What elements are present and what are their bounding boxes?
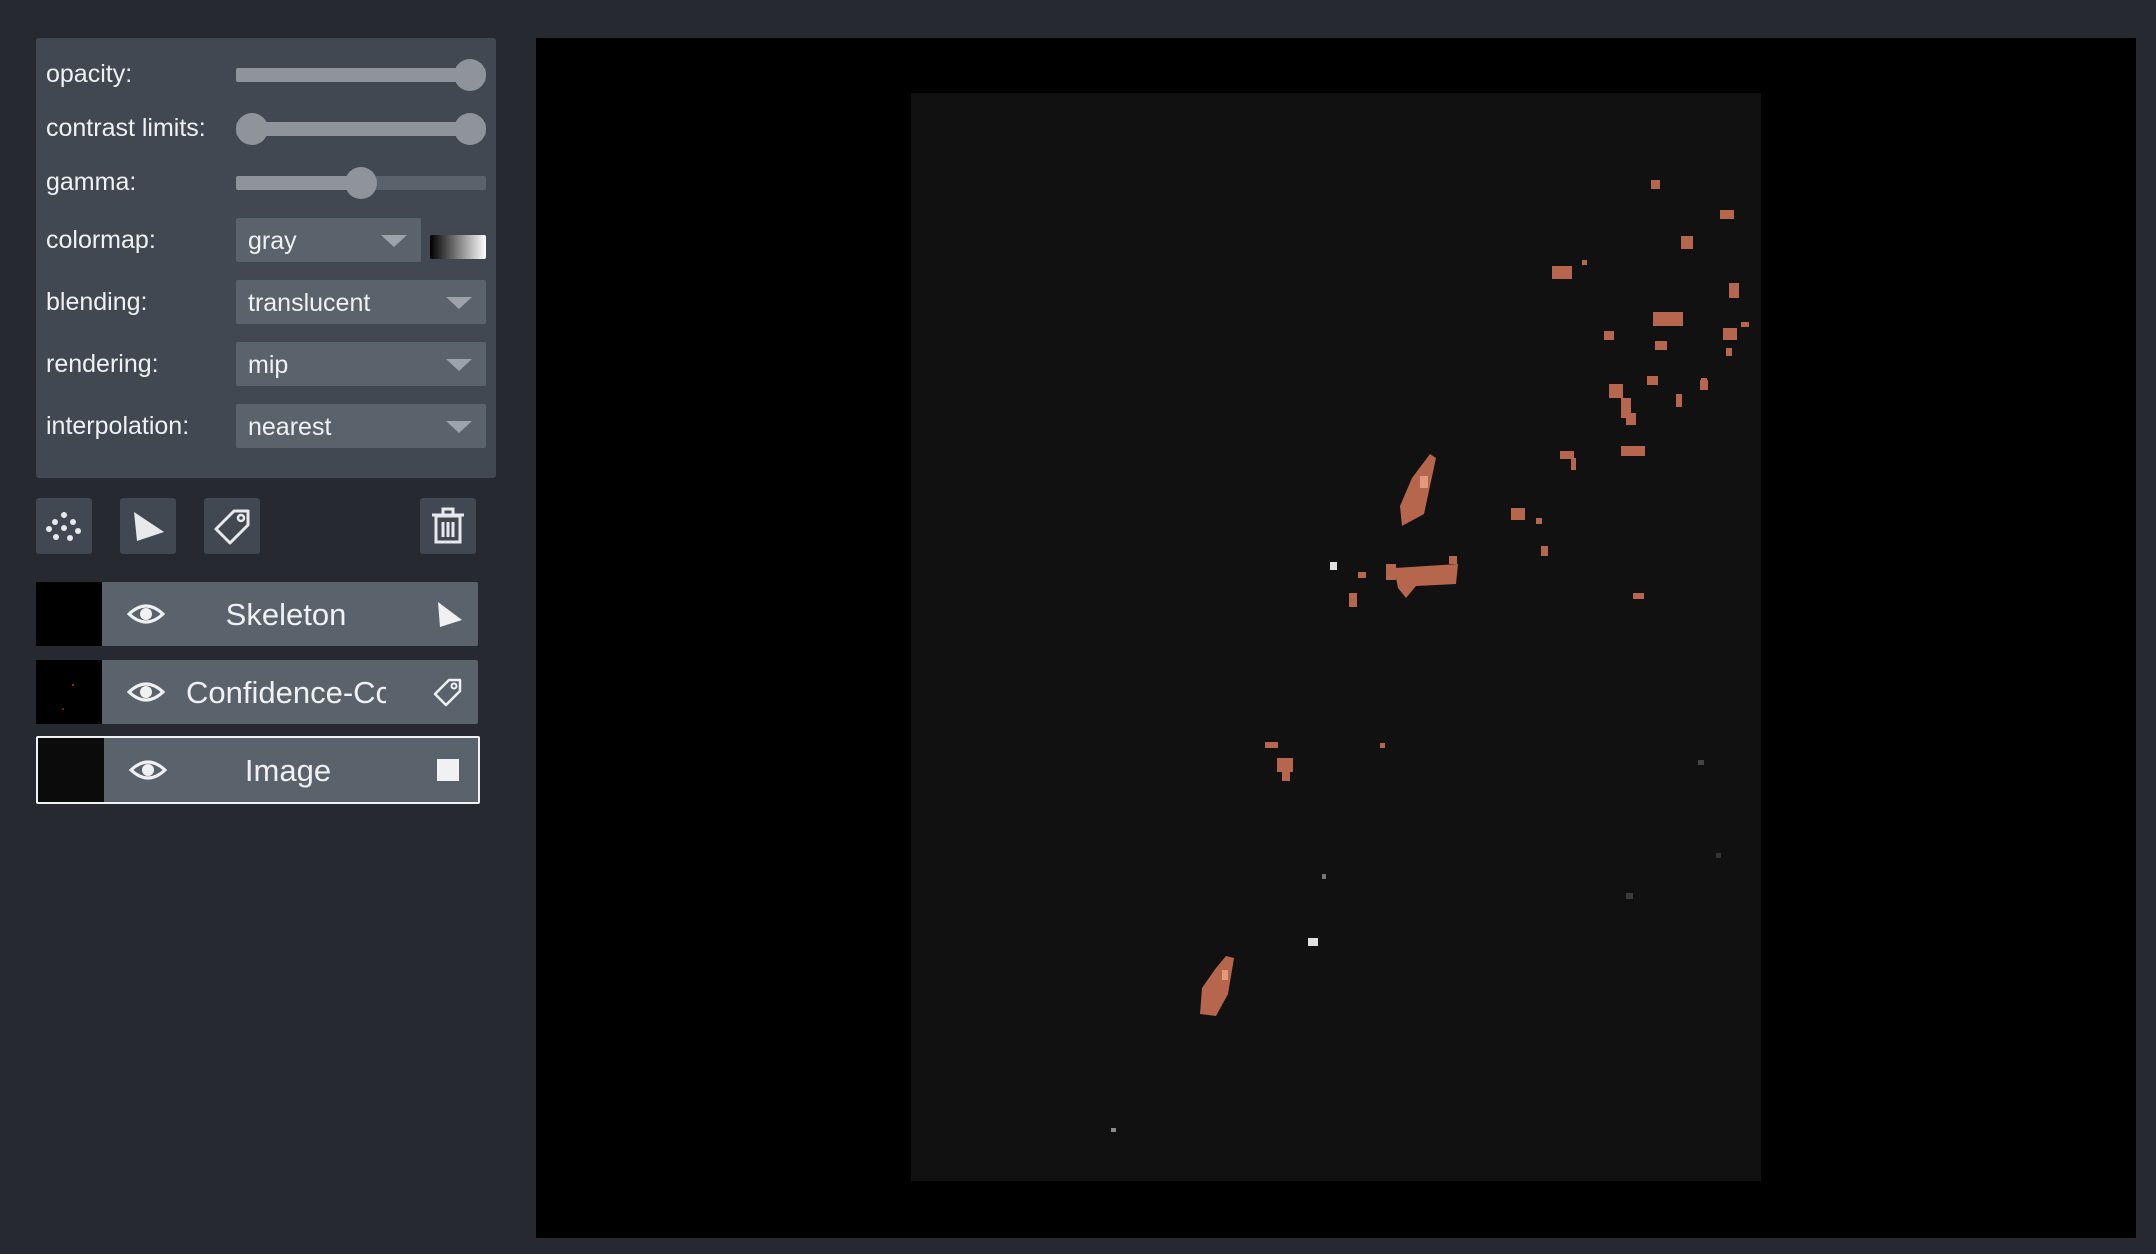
colormap-label: colormap: (46, 226, 156, 254)
layer-name: Image (244, 753, 332, 788)
image-data-extent (911, 93, 1761, 1181)
gamma-row: gamma: (36, 160, 496, 204)
layer-thumbnail (38, 738, 104, 802)
new-shapes-icon (134, 512, 164, 541)
eye-icon[interactable] (128, 750, 168, 790)
blending-value: translucent (248, 289, 371, 317)
eye-icon[interactable] (126, 594, 166, 634)
blending-row: blending: translucent (36, 280, 496, 324)
gamma-label: gamma: (46, 168, 137, 196)
rendering-value: mip (248, 351, 289, 379)
opacity-slider-handle[interactable] (454, 59, 486, 91)
gamma-slider-handle[interactable] (345, 167, 377, 199)
rendering-label: rendering: (46, 350, 159, 378)
gamma-slider[interactable] (236, 160, 486, 204)
interpolation-dropdown[interactable]: nearest (236, 404, 486, 448)
chevron-down-icon (446, 297, 472, 309)
rendering-dropdown[interactable]: mip (236, 342, 486, 386)
colormap-preview (430, 235, 486, 259)
opacity-slider-fill (236, 68, 470, 82)
interpolation-label: interpolation: (46, 412, 190, 440)
contrast-low-handle[interactable] (236, 113, 268, 145)
layer-thumbnail (36, 582, 102, 646)
contrast-high-handle[interactable] (454, 113, 486, 145)
gamma-slider-fill (236, 176, 361, 190)
chevron-down-icon (446, 359, 472, 371)
blending-dropdown[interactable]: translucent (236, 280, 486, 324)
new-labels-icon (214, 509, 250, 545)
viewer-canvas[interactable] (536, 38, 2136, 1238)
colormap-value: gray (248, 227, 297, 255)
new-points-button[interactable] (36, 498, 92, 554)
labels-icon (433, 678, 462, 707)
new-points-icon (46, 512, 81, 541)
interpolation-value: nearest (248, 413, 332, 441)
colormap-row: colormap: gray (36, 218, 496, 262)
trash-icon (432, 507, 464, 544)
layer-thumbnail (36, 660, 102, 724)
rendering-row: rendering: mip (36, 342, 496, 386)
delete-layer-button[interactable] (420, 498, 476, 554)
interpolation-row: interpolation: nearest (36, 404, 496, 448)
contrast-limits-row: contrast limits: (36, 106, 496, 150)
opacity-row: opacity: (36, 52, 496, 96)
opacity-slider[interactable] (236, 52, 486, 96)
blending-label: blending: (46, 288, 148, 316)
layer-item-skeleton[interactable]: Skeleton (36, 582, 478, 646)
eye-icon[interactable] (126, 672, 166, 712)
image-icon (437, 759, 459, 781)
layer-name: Confidence-Cc (186, 675, 386, 710)
chevron-down-icon (381, 235, 407, 247)
new-shapes-button[interactable] (120, 498, 176, 554)
chevron-down-icon (446, 421, 472, 433)
layer-name: Skeleton (225, 597, 347, 632)
layer-item-image[interactable]: Image (36, 736, 480, 804)
layer-controls-panel: opacity: contrast limits: gamma: colorma… (36, 38, 496, 478)
image-layer-render (911, 93, 1761, 1181)
layer-item-confidence[interactable]: Confidence-Cc (36, 660, 478, 724)
new-labels-button[interactable] (204, 498, 260, 554)
shapes-icon (438, 602, 462, 627)
opacity-label: opacity: (46, 60, 133, 88)
contrast-limits-fill (252, 122, 470, 136)
colormap-dropdown[interactable]: gray (236, 218, 421, 262)
contrast-limits-slider[interactable] (236, 106, 486, 150)
contrast-limits-label: contrast limits: (46, 114, 206, 142)
